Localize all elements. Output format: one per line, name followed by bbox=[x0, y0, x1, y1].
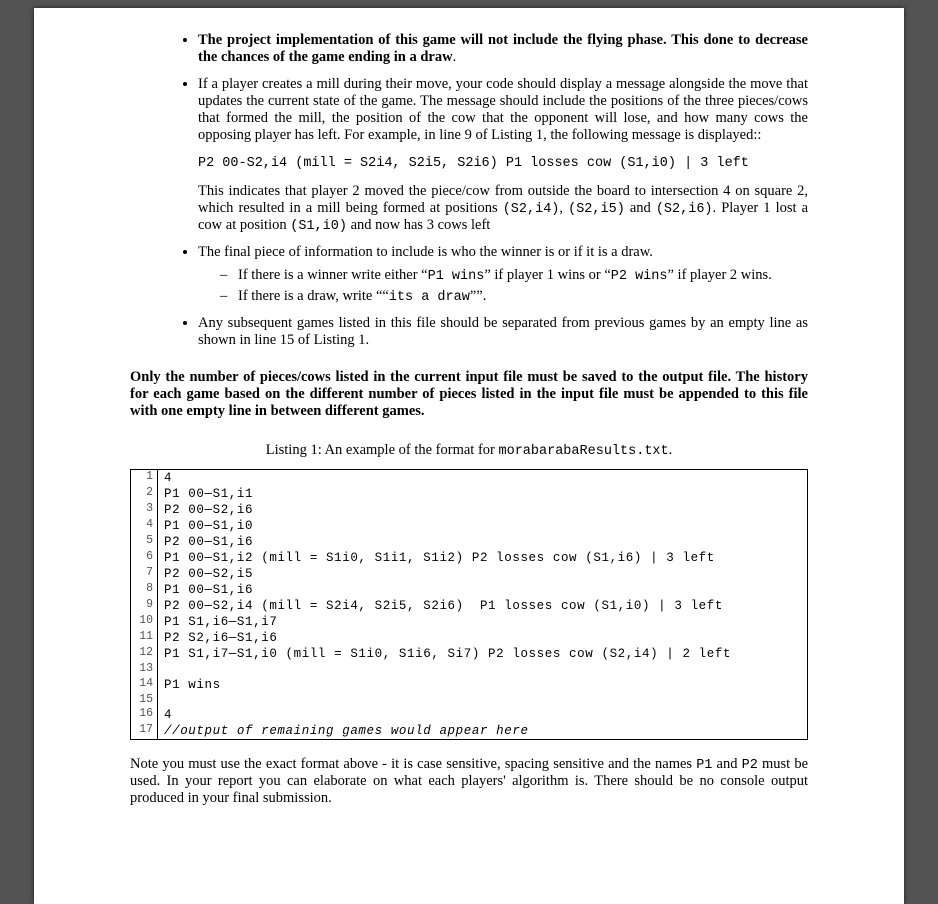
listing-row: 5P2 00—S1,i6 bbox=[131, 534, 807, 550]
listing-row: 7P2 00—S2,i5 bbox=[131, 566, 807, 582]
line-content: P1 wins bbox=[158, 677, 807, 693]
listing-caption: Listing 1: An example of the format for … bbox=[130, 442, 808, 459]
line-number: 5 bbox=[131, 534, 158, 550]
listing-row: 12P1 S1,i7—S1,i0 (mill = S1i0, S1i6, Si7… bbox=[131, 646, 807, 662]
listing-row: 14P1 wins bbox=[131, 677, 807, 693]
line-number: 9 bbox=[131, 598, 158, 614]
listing-row: 13 bbox=[131, 662, 807, 677]
line-content: P2 00—S2,i5 bbox=[158, 566, 807, 582]
line-number: 3 bbox=[131, 502, 158, 518]
bullet-list: The project implementation of this game … bbox=[130, 32, 808, 349]
bullet-2-p1: If a player creates a mill during their … bbox=[198, 76, 808, 143]
line-content: P1 S1,i6—S1,i7 bbox=[158, 614, 807, 630]
line-content: 4 bbox=[158, 470, 807, 486]
listing-row: 10P1 S1,i6—S1,i7 bbox=[131, 614, 807, 630]
line-content: P1 00—S1,i0 bbox=[158, 518, 807, 534]
line-content: P2 00—S1,i6 bbox=[158, 534, 807, 550]
line-content bbox=[158, 662, 807, 677]
line-number: 16 bbox=[131, 707, 158, 723]
line-number: 13 bbox=[131, 662, 158, 677]
line-number: 4 bbox=[131, 518, 158, 534]
line-number: 2 bbox=[131, 486, 158, 502]
line-number: 14 bbox=[131, 677, 158, 693]
bullet-item-winner-info: The final piece of information to includ… bbox=[198, 244, 808, 305]
document-page: The project implementation of this game … bbox=[34, 8, 904, 904]
listing-row: 14 bbox=[131, 470, 807, 486]
line-number: 10 bbox=[131, 614, 158, 630]
bullet-item-flying-phase: The project implementation of this game … bbox=[198, 32, 808, 66]
listing-row: 164 bbox=[131, 707, 807, 723]
line-number: 11 bbox=[131, 630, 158, 646]
listing-row: 3P2 00—S2,i6 bbox=[131, 502, 807, 518]
listing-row: 17//output of remaining games would appe… bbox=[131, 723, 807, 739]
code-listing: 142P1 00—S1,i13P2 00—S2,i64P1 00—S1,i05P… bbox=[130, 469, 808, 740]
listing-row: 9P2 00—S2,i4 (mill = S2i4, S2i5, S2i6) P… bbox=[131, 598, 807, 614]
dash-item-draw: If there is a draw, write ““its a draw””… bbox=[220, 288, 808, 305]
listing-row: 2P1 00—S1,i1 bbox=[131, 486, 807, 502]
bullet-3-intro: The final piece of information to includ… bbox=[198, 244, 653, 260]
line-content: P1 S1,i7—S1,i0 (mill = S1i0, S1i6, Si7) … bbox=[158, 646, 807, 662]
listing-row: 6P1 00—S1,i2 (mill = S1i0, S1i1, S1i2) P… bbox=[131, 550, 807, 566]
bullet-1-text: The project implementation of this game … bbox=[198, 32, 808, 65]
line-number: 17 bbox=[131, 723, 158, 739]
bullet-4-text: Any subsequent games listed in this file… bbox=[198, 315, 808, 348]
bullet-item-mill-message: If a player creates a mill during their … bbox=[198, 76, 808, 234]
line-number: 1 bbox=[131, 470, 158, 486]
listing-row: 11P2 S2,i6—S1,i6 bbox=[131, 630, 807, 646]
dash-item-winner: If there is a winner write either “P1 wi… bbox=[220, 267, 808, 284]
bullet-2-p2: This indicates that player 2 moved the p… bbox=[198, 183, 808, 233]
line-number: 12 bbox=[131, 646, 158, 662]
line-number: 15 bbox=[131, 693, 158, 708]
line-content: 4 bbox=[158, 707, 807, 723]
line-content: P2 00—S2,i4 (mill = S2i4, S2i5, S2i6) P1… bbox=[158, 598, 807, 614]
line-content bbox=[158, 693, 807, 708]
line-content: P2 00—S2,i6 bbox=[158, 502, 807, 518]
bullet-2-code: P2 00-S2,i4 (mill = S2i4, S2i5, S2i6) P1… bbox=[198, 156, 808, 171]
listing-row: 8P1 00—S1,i6 bbox=[131, 582, 807, 598]
post-note: Note you must use the exact format above… bbox=[130, 756, 808, 807]
line-number: 8 bbox=[131, 582, 158, 598]
listing-row: 4P1 00—S1,i0 bbox=[131, 518, 807, 534]
line-content: P1 00—S1,i6 bbox=[158, 582, 807, 598]
dash-list: If there is a winner write either “P1 wi… bbox=[220, 267, 808, 305]
line-content: //output of remaining games would appear… bbox=[158, 723, 807, 739]
line-content: P2 S2,i6—S1,i6 bbox=[158, 630, 807, 646]
bullet-item-separation: Any subsequent games listed in this file… bbox=[198, 315, 808, 349]
bold-paragraph: Only the number of pieces/cows listed in… bbox=[130, 369, 808, 420]
listing-row: 15 bbox=[131, 693, 807, 708]
line-number: 6 bbox=[131, 550, 158, 566]
line-content: P1 00—S1,i2 (mill = S1i0, S1i1, S1i2) P2… bbox=[158, 550, 807, 566]
line-number: 7 bbox=[131, 566, 158, 582]
line-content: P1 00—S1,i1 bbox=[158, 486, 807, 502]
pdf-viewer-frame: The project implementation of this game … bbox=[0, 0, 938, 904]
